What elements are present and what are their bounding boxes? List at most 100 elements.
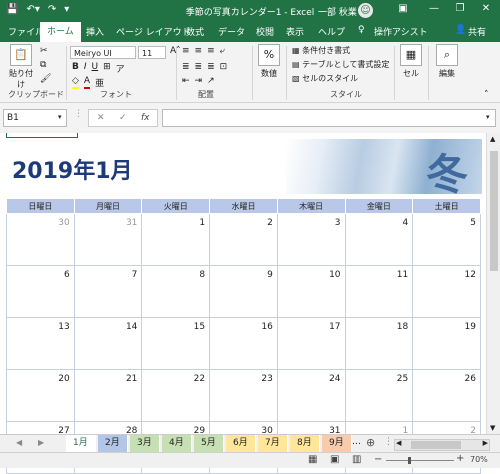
merge-center-icon[interactable]: ⊡: [220, 62, 228, 72]
day-cell[interactable]: 16: [209, 317, 278, 370]
border-icon[interactable]: ⊞: [103, 62, 111, 75]
cells-button[interactable]: ▦ セル: [398, 44, 424, 79]
weekday-header[interactable]: 金曜日: [344, 198, 414, 214]
cut-icon[interactable]: ✂: [40, 46, 51, 56]
day-cell[interactable]: 17: [276, 317, 346, 370]
prev-sheet-icon[interactable]: ◀: [16, 438, 22, 447]
day-cell[interactable]: 26: [412, 369, 481, 422]
day-cell[interactable]: 1: [141, 213, 211, 266]
share-icon[interactable]: 👤: [455, 25, 466, 35]
paste-button[interactable]: 📋 貼り付け: [6, 44, 36, 90]
sheet-tab-mar[interactable]: 3月: [130, 435, 160, 452]
align-left-icon[interactable]: ≣: [182, 62, 190, 72]
page-layout-view-icon[interactable]: ▣: [330, 454, 339, 465]
tab-split-handle-icon[interactable]: ⋮: [384, 437, 393, 447]
ribbon-display-options-icon[interactable]: ▣: [394, 3, 412, 14]
page-break-view-icon[interactable]: ▥: [352, 454, 361, 465]
sheet-tab-feb[interactable]: 2月: [98, 435, 128, 452]
day-cell[interactable]: 9: [209, 265, 278, 318]
day-cell[interactable]: 31: [73, 213, 143, 266]
day-cell[interactable]: 10: [276, 265, 346, 318]
zoom-level[interactable]: 70%: [470, 455, 488, 464]
tab-help[interactable]: ヘルプ: [318, 25, 345, 38]
day-cell[interactable]: 21: [73, 369, 143, 422]
sheet-tab-jul[interactable]: 7月: [258, 435, 288, 452]
day-cell[interactable]: 22: [141, 369, 211, 422]
day-cell[interactable]: 15: [141, 317, 211, 370]
collapse-ribbon-icon[interactable]: ˄: [484, 90, 489, 100]
align-middle-icon[interactable]: ≡: [195, 46, 203, 56]
tab-home[interactable]: ホーム: [40, 22, 81, 42]
next-sheet-icon[interactable]: ▶: [38, 438, 44, 447]
maximize-button[interactable]: ❐: [451, 3, 469, 14]
tab-data[interactable]: データ: [218, 25, 245, 38]
minimize-button[interactable]: —: [425, 3, 443, 14]
insert-function-button[interactable]: fx: [141, 113, 150, 123]
font-size-select[interactable]: 11: [138, 46, 166, 59]
day-cell[interactable]: 24: [276, 369, 346, 422]
cell-styles-button[interactable]: ▧ セルのスタイル: [292, 73, 358, 84]
tab-formulas[interactable]: 数式: [186, 25, 204, 38]
weekday-header[interactable]: 水曜日: [209, 198, 278, 214]
fill-color-icon[interactable]: ◇: [72, 76, 79, 89]
day-cell[interactable]: 14: [73, 317, 143, 370]
zoom-out-icon[interactable]: −: [374, 454, 382, 465]
scroll-right-icon[interactable]: ▶: [483, 439, 488, 447]
font-name-select[interactable]: Meiryo UI: [70, 46, 136, 59]
day-cell[interactable]: 20: [6, 369, 75, 422]
day-cell[interactable]: 7: [73, 265, 143, 318]
more-sheets-icon[interactable]: …: [352, 437, 361, 447]
weekday-header[interactable]: 日曜日: [6, 198, 75, 214]
zoom-slider[interactable]: [386, 457, 454, 464]
tab-tell-me[interactable]: 操作アシスト: [374, 25, 428, 38]
wrap-text-icon[interactable]: ⤶: [220, 46, 225, 56]
furigana-icon[interactable]: 亜: [95, 76, 104, 89]
weekday-header[interactable]: 月曜日: [73, 198, 143, 214]
add-sheet-icon[interactable]: ⊕: [366, 436, 375, 449]
enter-icon[interactable]: ✓: [119, 113, 127, 123]
sheet-tab-apr[interactable]: 4月: [162, 435, 192, 452]
day-cell[interactable]: 19: [412, 317, 481, 370]
scroll-left-icon[interactable]: ◀: [396, 439, 401, 447]
weekday-header[interactable]: 土曜日: [412, 198, 481, 214]
user-name[interactable]: 一部 秋業: [318, 5, 357, 18]
horizontal-scrollbar[interactable]: ◀ ▶: [394, 439, 490, 451]
orientation-icon[interactable]: ↗: [207, 76, 215, 86]
calendar-title[interactable]: 2019年1月: [12, 153, 133, 185]
day-cell[interactable]: 4: [344, 213, 414, 266]
day-cell[interactable]: 8: [141, 265, 211, 318]
day-cell[interactable]: 12: [412, 265, 481, 318]
day-cell[interactable]: 25: [344, 369, 414, 422]
vertical-scrollbar[interactable]: ▲ ▼: [486, 133, 500, 434]
day-cell[interactable]: 6: [6, 265, 75, 318]
align-right-icon[interactable]: ≣: [207, 62, 215, 72]
italic-icon[interactable]: I: [84, 62, 87, 75]
format-as-table-button[interactable]: ▤ テーブルとして書式設定: [292, 59, 389, 70]
tab-view[interactable]: 表示: [286, 25, 304, 38]
formula-input[interactable]: [162, 109, 496, 127]
scroll-down-icon[interactable]: ▼: [490, 424, 495, 432]
h-scrollbar-thumb[interactable]: [411, 441, 461, 449]
tab-page-layout[interactable]: ページ レイアウト: [116, 25, 191, 38]
decrease-indent-icon[interactable]: ⇤: [182, 76, 190, 86]
number-format-button[interactable]: % 数値: [256, 44, 282, 79]
day-cell[interactable]: 23: [209, 369, 278, 422]
day-cell[interactable]: 5: [412, 213, 481, 266]
day-cell[interactable]: 30: [6, 213, 75, 266]
tab-review[interactable]: 校閲: [256, 25, 274, 38]
name-box-dropdown-icon[interactable]: ▾: [58, 113, 62, 121]
bold-icon[interactable]: B: [72, 62, 79, 75]
zoom-in-icon[interactable]: +: [456, 453, 464, 464]
cancel-icon[interactable]: ✕: [97, 113, 105, 123]
normal-view-icon[interactable]: ▦: [308, 454, 317, 465]
sheet-tab-aug[interactable]: 8月: [290, 435, 320, 452]
user-avatar-icon[interactable]: ☺: [358, 3, 373, 18]
day-cell[interactable]: 13: [6, 317, 75, 370]
conditional-format-button[interactable]: ▦ 条件付き書式: [292, 45, 350, 56]
underline-icon[interactable]: U: [92, 62, 99, 75]
format-painter-icon[interactable]: 🖌: [40, 74, 51, 84]
scroll-up-icon[interactable]: ▲: [490, 135, 495, 143]
share-button[interactable]: 共有: [468, 25, 486, 38]
phonetic-icon[interactable]: ア: [116, 62, 125, 75]
align-center-icon[interactable]: ≣: [195, 62, 203, 72]
